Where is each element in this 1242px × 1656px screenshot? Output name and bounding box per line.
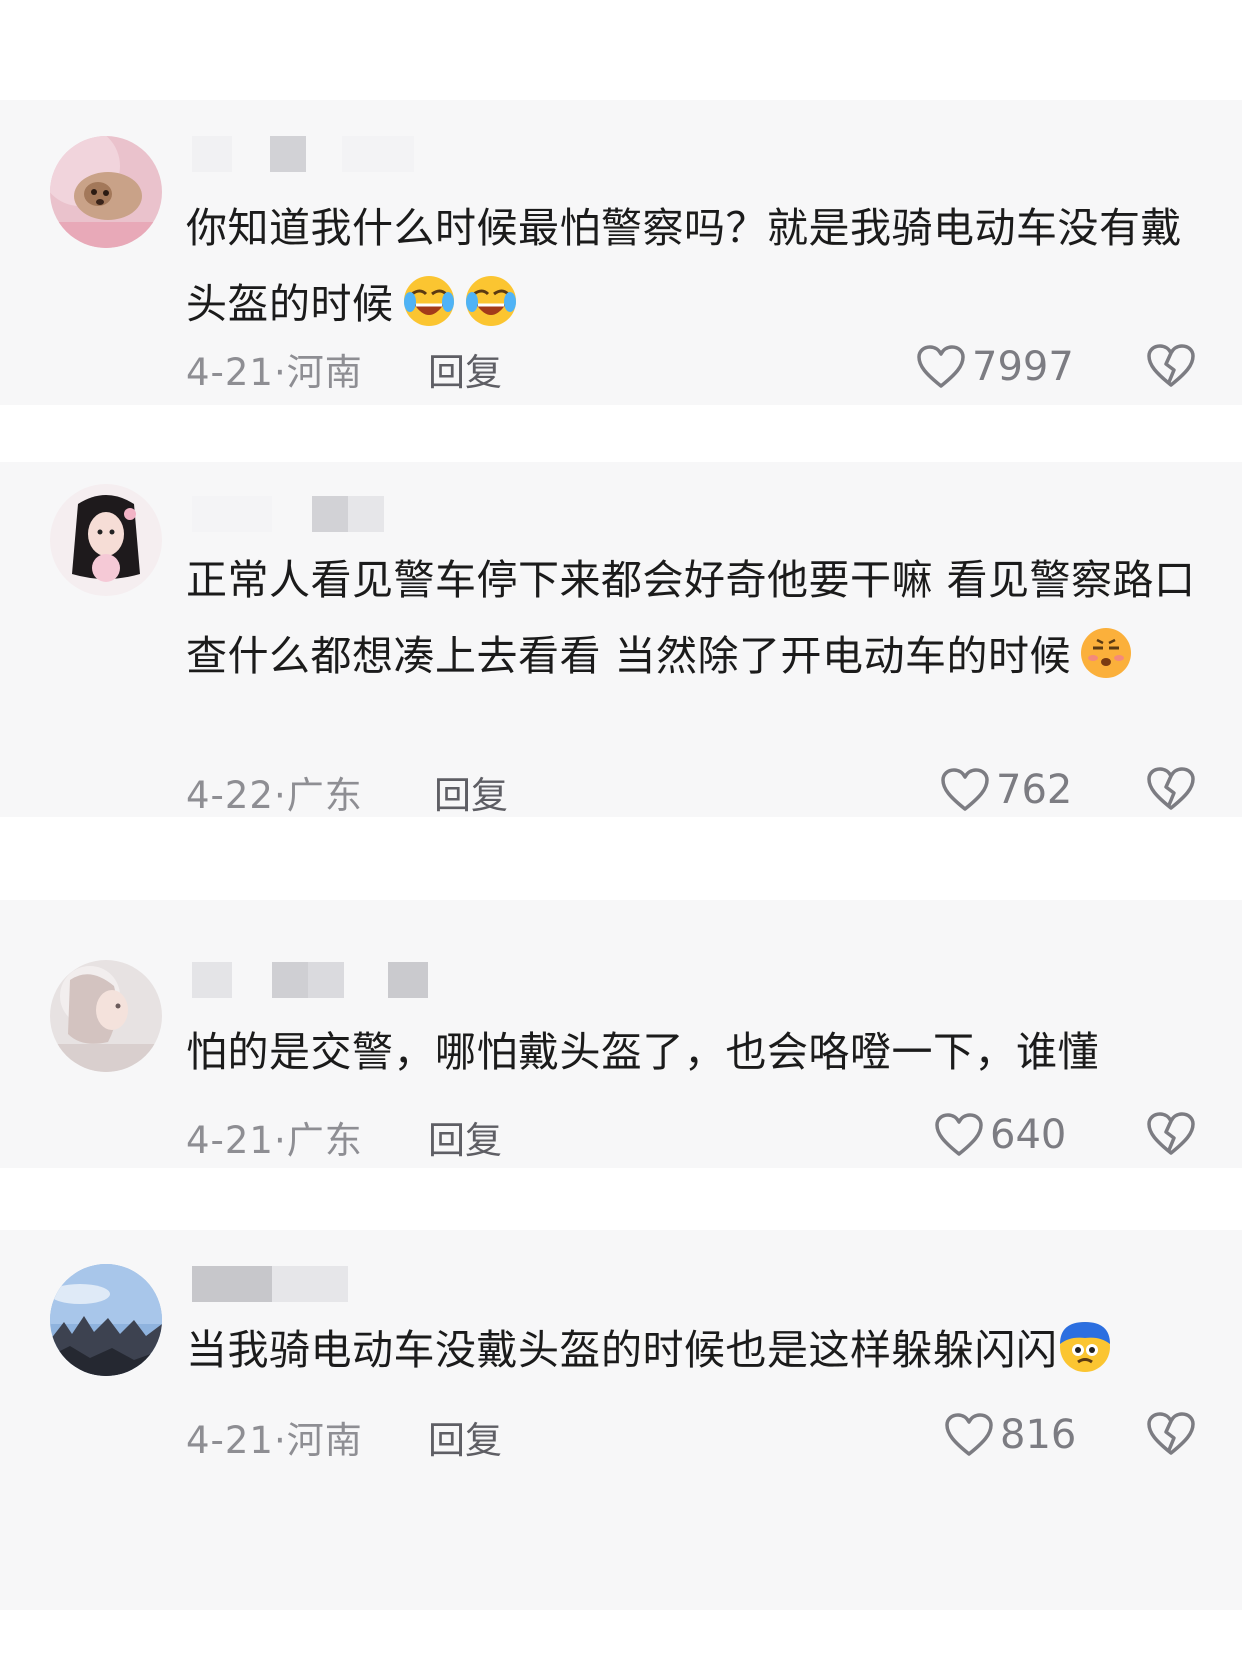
username-redacted bbox=[192, 136, 432, 172]
comment-date-location: 4-21·河南 bbox=[186, 1419, 363, 1462]
reply-button[interactable]: 回复 bbox=[428, 1110, 502, 1164]
like-button[interactable]: 7997 bbox=[916, 342, 1074, 392]
comment-item: 正常人看见警车停下来都会好奇他要干嘛 看见警察路口查什么都想凑上去看看 当然除了… bbox=[0, 462, 1242, 817]
username-redacted bbox=[192, 1266, 432, 1302]
comment-item: 当我骑电动车没戴头盔的时候也是这样躲躲闪闪 4-21·河南 回复 816 bbox=[0, 1230, 1242, 1610]
comment-body: 你知道我什么时候最怕警察吗？就是我骑电动车没有戴头盔的时候 bbox=[186, 204, 1182, 328]
avatar[interactable] bbox=[50, 1264, 162, 1376]
like-count: 640 bbox=[990, 1112, 1067, 1158]
avatar-image bbox=[50, 136, 162, 248]
comment-body: 怕的是交警，哪怕戴头盔了，也会咯噔一下，谁懂 bbox=[186, 1028, 1099, 1076]
comment-date-location: 4-22·广东 bbox=[186, 774, 363, 817]
reply-button[interactable]: 回复 bbox=[428, 342, 502, 396]
avatar[interactable] bbox=[50, 136, 162, 248]
comment-item: 怕的是交警，哪怕戴头盔了，也会咯噔一下，谁懂 4-21·广东 回复 640 bbox=[0, 900, 1242, 1168]
comment-meta: 4-22·广东 回复 762 bbox=[186, 765, 1196, 817]
like-button[interactable]: 816 bbox=[944, 1410, 1076, 1460]
avatar-image bbox=[50, 1264, 162, 1376]
heart-outline-icon bbox=[941, 768, 989, 811]
username-redacted bbox=[192, 962, 432, 998]
laugh-cry-emoji-icon bbox=[464, 274, 518, 328]
laugh-cry-emoji-icon bbox=[402, 274, 456, 328]
comment-date-location: 4-21·河南 bbox=[186, 351, 363, 394]
heart-outline-icon bbox=[935, 1113, 983, 1156]
comment-body: 当我骑电动车没戴头盔的时候也是这样躲躲闪闪 bbox=[186, 1326, 1058, 1374]
dislike-button[interactable] bbox=[1146, 1410, 1196, 1460]
like-count: 816 bbox=[1000, 1412, 1077, 1458]
comment-text: 你知道我什么时候最怕警察吗？就是我骑电动车没有戴头盔的时候 bbox=[186, 190, 1196, 342]
comment-text: 怕的是交警，哪怕戴头盔了，也会咯噔一下，谁懂 bbox=[186, 1014, 1196, 1090]
smirk-emoji-icon bbox=[1079, 626, 1133, 680]
dislike-button[interactable] bbox=[1146, 342, 1196, 392]
avatar-image bbox=[50, 960, 162, 1072]
dislike-button[interactable] bbox=[1146, 765, 1196, 815]
reply-button[interactable]: 回复 bbox=[428, 1410, 502, 1464]
scared-blue-emoji-icon bbox=[1058, 1320, 1112, 1374]
comment-meta: 4-21·广东 回复 640 bbox=[186, 1110, 1196, 1162]
heart-outline-icon bbox=[917, 345, 965, 388]
comment-body: 正常人看见警车停下来都会好奇他要干嘛 看见警察路口查什么都想凑上去看看 当然除了… bbox=[186, 556, 1196, 680]
like-count: 762 bbox=[996, 767, 1073, 813]
broken-heart-icon bbox=[1147, 1412, 1195, 1455]
username-redacted bbox=[192, 496, 432, 532]
broken-heart-icon bbox=[1147, 767, 1195, 810]
comment-date-location: 4-21·广东 bbox=[186, 1119, 363, 1162]
heart-outline-icon bbox=[945, 1413, 993, 1456]
avatar-image bbox=[50, 484, 162, 596]
comment-meta: 4-21·河南 回复 816 bbox=[186, 1410, 1196, 1462]
broken-heart-icon bbox=[1147, 344, 1195, 387]
reply-button[interactable]: 回复 bbox=[434, 765, 508, 819]
like-button[interactable]: 640 bbox=[934, 1110, 1066, 1160]
avatar[interactable] bbox=[50, 484, 162, 596]
like-count: 7997 bbox=[972, 344, 1074, 390]
comment-text: 当我骑电动车没戴头盔的时候也是这样躲躲闪闪 bbox=[186, 1312, 1196, 1388]
comment-item: 你知道我什么时候最怕警察吗？就是我骑电动车没有戴头盔的时候 4-21·河南 回复… bbox=[0, 100, 1242, 405]
avatar[interactable] bbox=[50, 960, 162, 1072]
comment-meta: 4-21·河南 回复 7997 bbox=[186, 342, 1196, 394]
like-button[interactable]: 762 bbox=[940, 765, 1072, 815]
dislike-button[interactable] bbox=[1146, 1110, 1196, 1160]
broken-heart-icon bbox=[1147, 1112, 1195, 1155]
comment-text: 正常人看见警车停下来都会好奇他要干嘛 看见警察路口查什么都想凑上去看看 当然除了… bbox=[186, 542, 1196, 694]
